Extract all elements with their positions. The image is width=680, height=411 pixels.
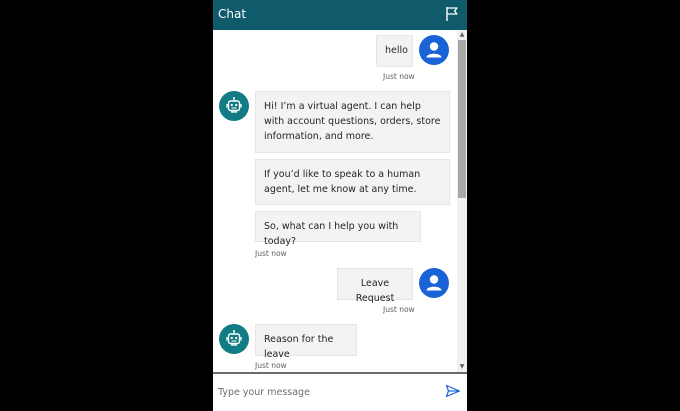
bot-message-bubble: So, what can I help you with today? [255,211,421,247]
send-icon[interactable] [445,383,461,399]
scroll-thumb[interactable] [458,40,466,198]
message-list[interactable]: hello Just now Hi! I’m a virtual agent. … [213,30,457,372]
bot-avatar [219,324,249,354]
message-text: So, what can I help you with today? [264,221,399,247]
message-input[interactable] [218,381,433,403]
chat-title: Chat [218,7,247,21]
bot-icon [226,97,242,113]
scroll-up-arrow-icon[interactable]: ▲ [458,31,466,39]
message-scrollbar[interactable]: ▲ ▼ [457,30,467,372]
user-message-bubble: Leave Request [337,268,413,304]
user-avatar [419,268,449,298]
user-message-bubble: hello [376,35,413,67]
bot-message-bubble: If you’d like to speak to a human agent,… [255,159,450,205]
bot-icon [226,330,242,346]
chat-header: Chat [213,0,467,30]
chat-window: Chat hello Just now Hi! I’m a virtual ag… [213,0,467,411]
bot-avatar [219,91,249,121]
message-text: Hi! I’m a virtual agent. I can help with… [264,101,441,142]
user-icon [426,275,442,291]
message-text: Leave Request [355,278,395,304]
user-avatar [419,35,449,65]
bot-message-bubble: Reason for the leave [255,324,357,360]
message-timestamp: Just now [255,249,287,258]
message-text: hello [385,45,408,56]
message-text: If you’d like to speak to a human agent,… [264,169,421,195]
message-timestamp: Just now [255,361,287,370]
composer [213,374,467,411]
message-timestamp: Just now [383,305,415,314]
bot-message-bubble: Hi! I’m a virtual agent. I can help with… [255,91,450,153]
message-text: Reason for the leave [264,334,334,360]
scroll-down-arrow-icon[interactable]: ▼ [458,363,466,371]
user-icon [426,42,442,58]
flag-icon[interactable] [445,6,459,22]
message-timestamp: Just now [383,72,415,81]
